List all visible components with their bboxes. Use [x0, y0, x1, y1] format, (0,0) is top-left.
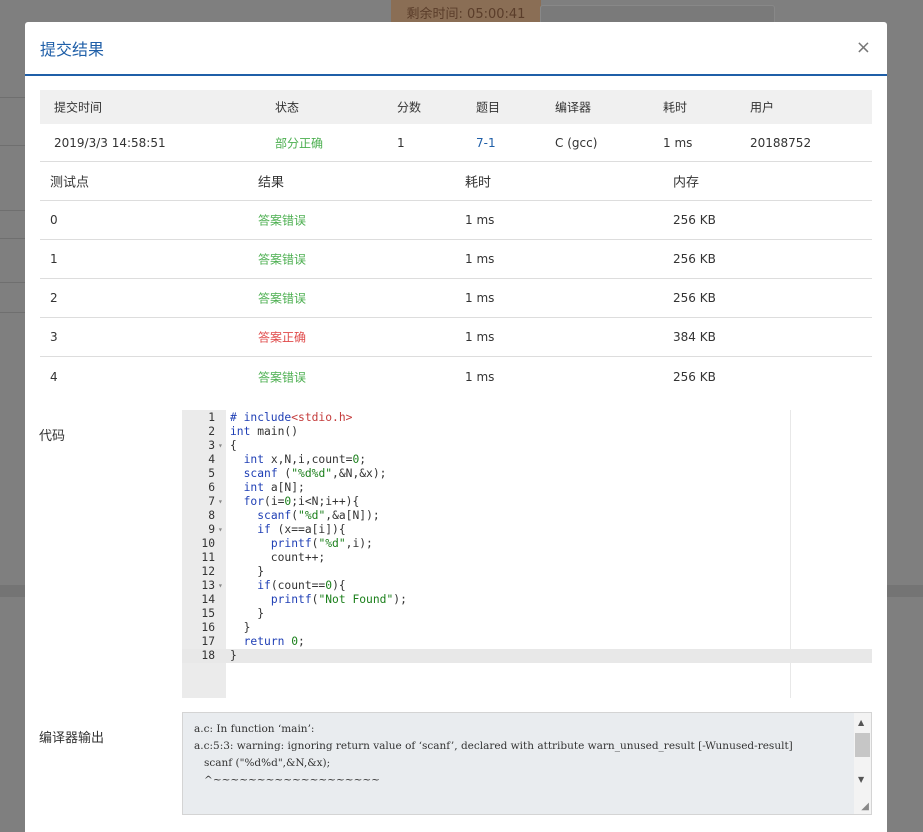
compiler-output-text: a.c: In function ‘main’: a.c:5:3: warnin…: [194, 723, 793, 786]
table-row: 0 答案错误 1 ms 256 KB: [40, 201, 872, 240]
dialog-header: 提交结果 ×: [25, 22, 887, 76]
case-result: 答案错误: [258, 291, 307, 306]
scrollbar[interactable]: ▲ ▼: [854, 713, 871, 814]
scroll-thumb[interactable]: [855, 733, 870, 757]
close-icon[interactable]: ×: [856, 39, 871, 57]
test-cases-table: 测试点 结果 耗时 内存 0 答案错误 1 ms 256 KB 1 答案错误 1…: [40, 162, 872, 396]
header-time: 耗时: [465, 175, 492, 191]
case-memory: 256 KB: [673, 291, 716, 305]
submission-result-dialog: 提交结果 × 提交时间 状态 分数 题目 编译器 耗时 用户 2019/3/3 …: [25, 22, 887, 832]
resize-handle-icon[interactable]: ◢: [861, 801, 869, 812]
case-result: 答案错误: [258, 213, 307, 228]
background-divider: [0, 97, 25, 98]
case-memory: 256 KB: [673, 369, 716, 384]
code-line: 3 ▾{: [208, 439, 237, 453]
header-elapsed: 耗时: [663, 100, 688, 115]
code-line: 5 scanf ("%d%d",&N,&x);: [208, 467, 387, 480]
case-time: 1 ms: [465, 291, 495, 305]
code-line: 16 }: [201, 621, 251, 634]
code-line: 9 ▾ if (x==a[i]){: [208, 523, 346, 537]
score: 1: [397, 135, 405, 150]
header-problem: 题目: [476, 100, 501, 115]
header-compiler: 编译器: [555, 100, 592, 115]
compiler-output-label: 编译器输出: [39, 731, 105, 746]
code-editor[interactable]: 1 # include<stdio.h> 2 int main() 3 ▾{ 4 in…: [182, 410, 872, 698]
case-id: 3: [50, 330, 58, 344]
case-id: 2: [50, 291, 58, 305]
header-score: 分数: [397, 100, 422, 115]
background-divider: [0, 238, 25, 239]
case-id: 0: [50, 213, 58, 227]
header-test-point: 测试点: [50, 175, 90, 191]
fold-arrow-icon[interactable]: ▾: [218, 579, 223, 593]
submit-time: 2019/3/3 14:58:51: [54, 135, 166, 150]
code-line: 7 ▾ for(i=0;i<N;i++){: [208, 495, 360, 509]
case-memory: 256 KB: [673, 213, 716, 227]
header-status: 状态: [275, 100, 300, 115]
compiler: C (gcc): [555, 135, 598, 150]
case-time: 1 ms: [465, 252, 495, 266]
table-row: 2 答案错误 1 ms 256 KB: [40, 279, 872, 318]
background-divider: [0, 145, 25, 146]
code-line-active: 18}: [182, 649, 872, 663]
user-id: 20188752: [750, 135, 812, 150]
background-divider: [0, 210, 25, 211]
case-result: 答案错误: [258, 370, 307, 384]
summary-row: 2019/3/3 14:58:51 部分正确 1 7-1 C (gcc) 1 m…: [40, 124, 872, 162]
code-line: 17 return 0;: [201, 635, 305, 648]
problem-link[interactable]: 7-1: [476, 136, 496, 150]
background-divider: [0, 312, 25, 313]
code-line: 1 # include<stdio.h>: [208, 411, 353, 424]
code-line: 13 ▾ if(count==0){: [201, 579, 346, 593]
code-line: 12 }: [201, 565, 265, 578]
fold-arrow-icon[interactable]: ▾: [218, 439, 223, 453]
case-time: 1 ms: [465, 369, 495, 384]
code-line: 8 scanf("%d",&a[N]);: [208, 509, 380, 522]
code-line: 10 printf("%d",i);: [201, 537, 373, 550]
table-row: 4 答案错误 1 ms 256 KB: [40, 357, 872, 396]
dialog-title: 提交结果: [40, 40, 105, 59]
header-user: 用户: [750, 100, 775, 115]
submission-summary-table: 提交时间 状态 分数 题目 编译器 耗时 用户 2019/3/3 14:58:5…: [40, 90, 872, 162]
scroll-down-icon[interactable]: ▼: [858, 775, 864, 784]
header-result: 结果: [258, 175, 285, 191]
code-line: 6 int a[N];: [208, 481, 305, 494]
table-row: 3 答案正确 1 ms 384 KB: [40, 318, 872, 357]
elapsed-time: 1 ms: [663, 135, 693, 150]
case-time: 1 ms: [465, 213, 495, 227]
case-time: 1 ms: [465, 330, 495, 344]
table-row: 1 答案错误 1 ms 256 KB: [40, 240, 872, 279]
code-line: 15 }: [201, 607, 265, 620]
case-memory: 256 KB: [673, 252, 716, 266]
code-label: 代码: [39, 429, 66, 444]
cases-header-row: 测试点 结果 耗时 内存: [40, 162, 872, 201]
code-line: 14 printf("Not Found");: [201, 593, 407, 606]
fold-arrow-icon[interactable]: ▾: [218, 495, 223, 509]
case-id: 4: [50, 369, 58, 384]
case-id: 1: [50, 252, 58, 266]
scroll-up-icon[interactable]: ▲: [858, 718, 864, 727]
case-result: 答案正确: [258, 330, 307, 345]
header-memory: 内存: [673, 175, 700, 191]
code-line: 2 int main(): [208, 425, 299, 438]
header-submit-time: 提交时间: [54, 100, 103, 115]
code-line: 11 count++;: [201, 551, 326, 564]
summary-header-row: 提交时间 状态 分数 题目 编译器 耗时 用户: [40, 90, 872, 124]
case-memory: 384 KB: [673, 330, 716, 344]
background-divider: [0, 282, 25, 283]
status-partial-correct: 部分正确: [275, 136, 324, 150]
fold-arrow-icon[interactable]: ▾: [218, 523, 223, 537]
code-line: 4 int x,N,i,count=0;: [208, 453, 367, 466]
compiler-output-textarea[interactable]: a.c: In function ‘main’: a.c:5:3: warnin…: [182, 712, 872, 815]
case-result: 答案错误: [258, 252, 307, 267]
